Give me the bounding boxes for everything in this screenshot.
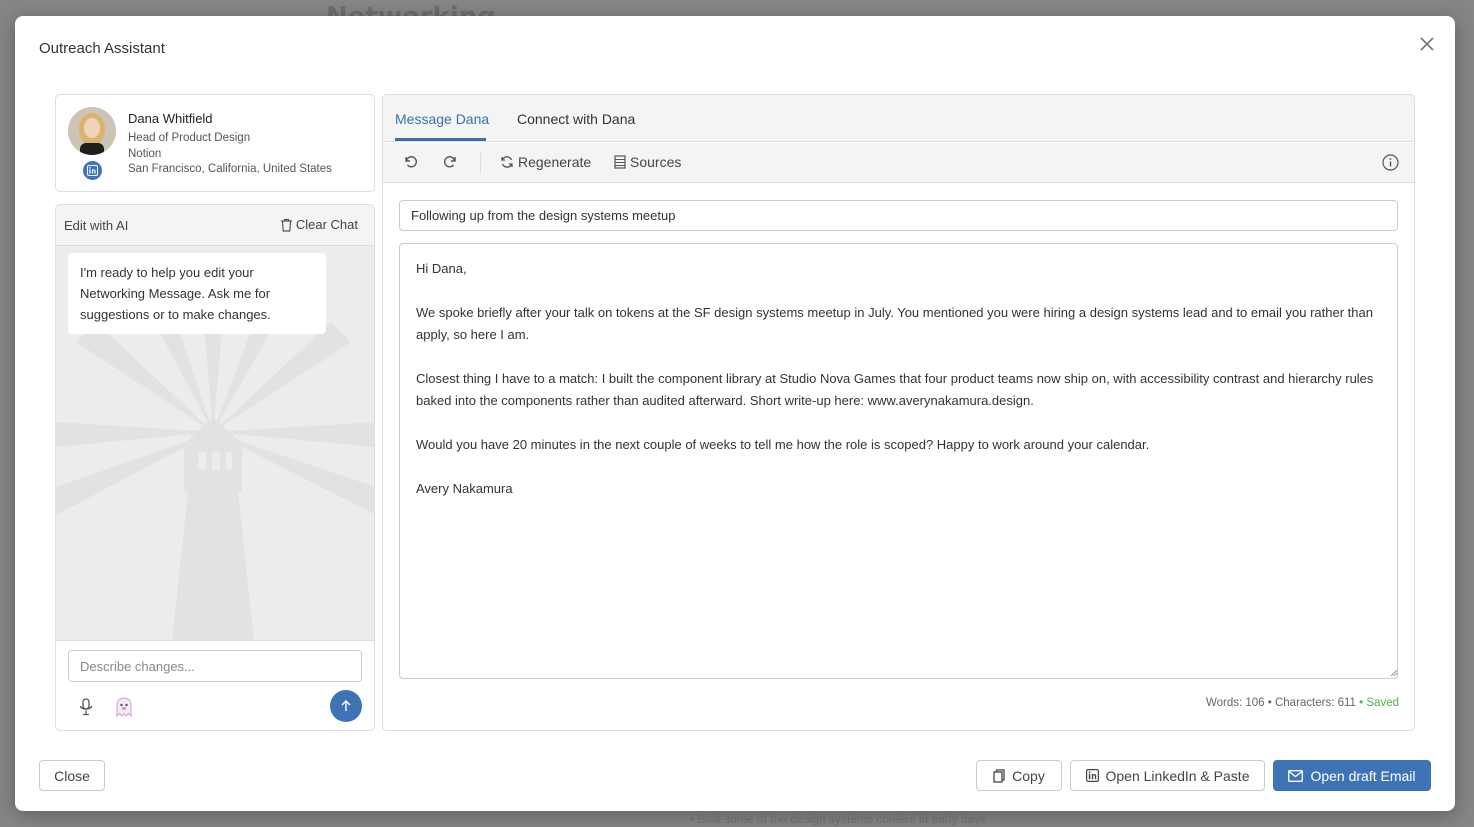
contact-location: San Francisco, California, United States — [128, 163, 332, 175]
info-icon — [1382, 154, 1399, 171]
contact-company: Notion — [128, 148, 162, 160]
clear-chat-button[interactable]: Clear Chat — [280, 217, 358, 232]
open-draft-email-label: Open draft Email — [1310, 767, 1416, 784]
open-linkedin-button[interactable]: Open LinkedIn & Paste — [1070, 760, 1265, 791]
modal-title: Outreach Assistant — [39, 40, 165, 57]
saved-status: • Saved — [1359, 697, 1399, 709]
regenerate-label: Regenerate — [518, 154, 592, 170]
editor-tabs: Message Dana Connect with Dana — [383, 95, 1414, 142]
undo-icon — [405, 156, 418, 168]
active-tab-indicator — [395, 138, 486, 141]
background-page-text: • Built some of the design systems conte… — [690, 812, 987, 826]
subject-input[interactable] — [399, 200, 1398, 231]
undo-button[interactable] — [403, 154, 418, 169]
arrow-up-icon — [341, 700, 351, 711]
chat-input-area — [56, 640, 374, 730]
editor-toolbar: Regenerate Sources — [383, 143, 1414, 183]
mail-icon — [1288, 769, 1304, 782]
sources-button[interactable]: Sources — [614, 154, 681, 170]
message-editor-panel: Message Dana Connect with Dana Regenerat… — [382, 94, 1415, 731]
describe-changes-input[interactable] — [68, 650, 362, 682]
tab-connect[interactable]: Connect with Dana — [517, 111, 635, 127]
message-body-textarea[interactable]: Hi Dana, We spoke briefly after your tal… — [399, 243, 1398, 679]
clear-chat-label: Clear Chat — [295, 217, 358, 232]
redo-icon — [443, 156, 456, 168]
outreach-modal: Outreach Assistant Dana Whitfield Head o… — [15, 16, 1455, 811]
close-button[interactable]: Close — [39, 760, 105, 791]
chat-header: Edit with AI Clear Chat — [56, 205, 374, 246]
ghost-icon[interactable] — [113, 696, 135, 718]
refresh-icon — [501, 156, 513, 168]
avatar — [68, 107, 116, 155]
send-button[interactable] — [330, 690, 362, 722]
word-count-status: Words: 106 • Characters: 611 • Saved — [1206, 697, 1399, 709]
resize-handle-icon[interactable] — [1390, 669, 1398, 677]
sources-icon — [614, 155, 626, 169]
copy-icon — [993, 768, 1005, 783]
copy-label: Copy — [1012, 767, 1045, 784]
close-label: Close — [54, 767, 90, 784]
copy-button[interactable]: Copy — [976, 760, 1062, 791]
linkedin-icon[interactable] — [83, 161, 102, 180]
word-char-count: Words: 106 • Characters: 611 — [1205, 697, 1356, 709]
redo-button[interactable] — [443, 154, 458, 169]
linkedin-icon — [1085, 769, 1099, 782]
microphone-icon[interactable] — [78, 698, 94, 716]
tab-message[interactable]: Message Dana — [395, 111, 489, 127]
contact-card: Dana Whitfield Head of Product Design No… — [55, 94, 375, 192]
contact-role: Head of Product Design — [128, 132, 251, 144]
assistant-message: I'm ready to help you edit your Networki… — [68, 253, 326, 334]
info-button[interactable] — [1382, 154, 1399, 171]
linkedin-label: Open LinkedIn & Paste — [1105, 767, 1250, 784]
open-draft-email-button[interactable]: Open draft Email — [1273, 760, 1431, 791]
chat-header-title: Edit with AI — [64, 218, 129, 233]
regenerate-button[interactable]: Regenerate — [500, 154, 591, 170]
contact-name: Dana Whitfield — [128, 111, 213, 126]
sources-label: Sources — [630, 154, 682, 170]
chat-messages: I'm ready to help you edit your Networki… — [56, 247, 374, 640]
toolbar-divider — [480, 153, 481, 173]
close-icon[interactable] — [1417, 34, 1437, 54]
trash-icon — [280, 218, 292, 232]
ai-chat-panel: Edit with AI Clear Chat I'm ready to hel… — [55, 204, 375, 731]
